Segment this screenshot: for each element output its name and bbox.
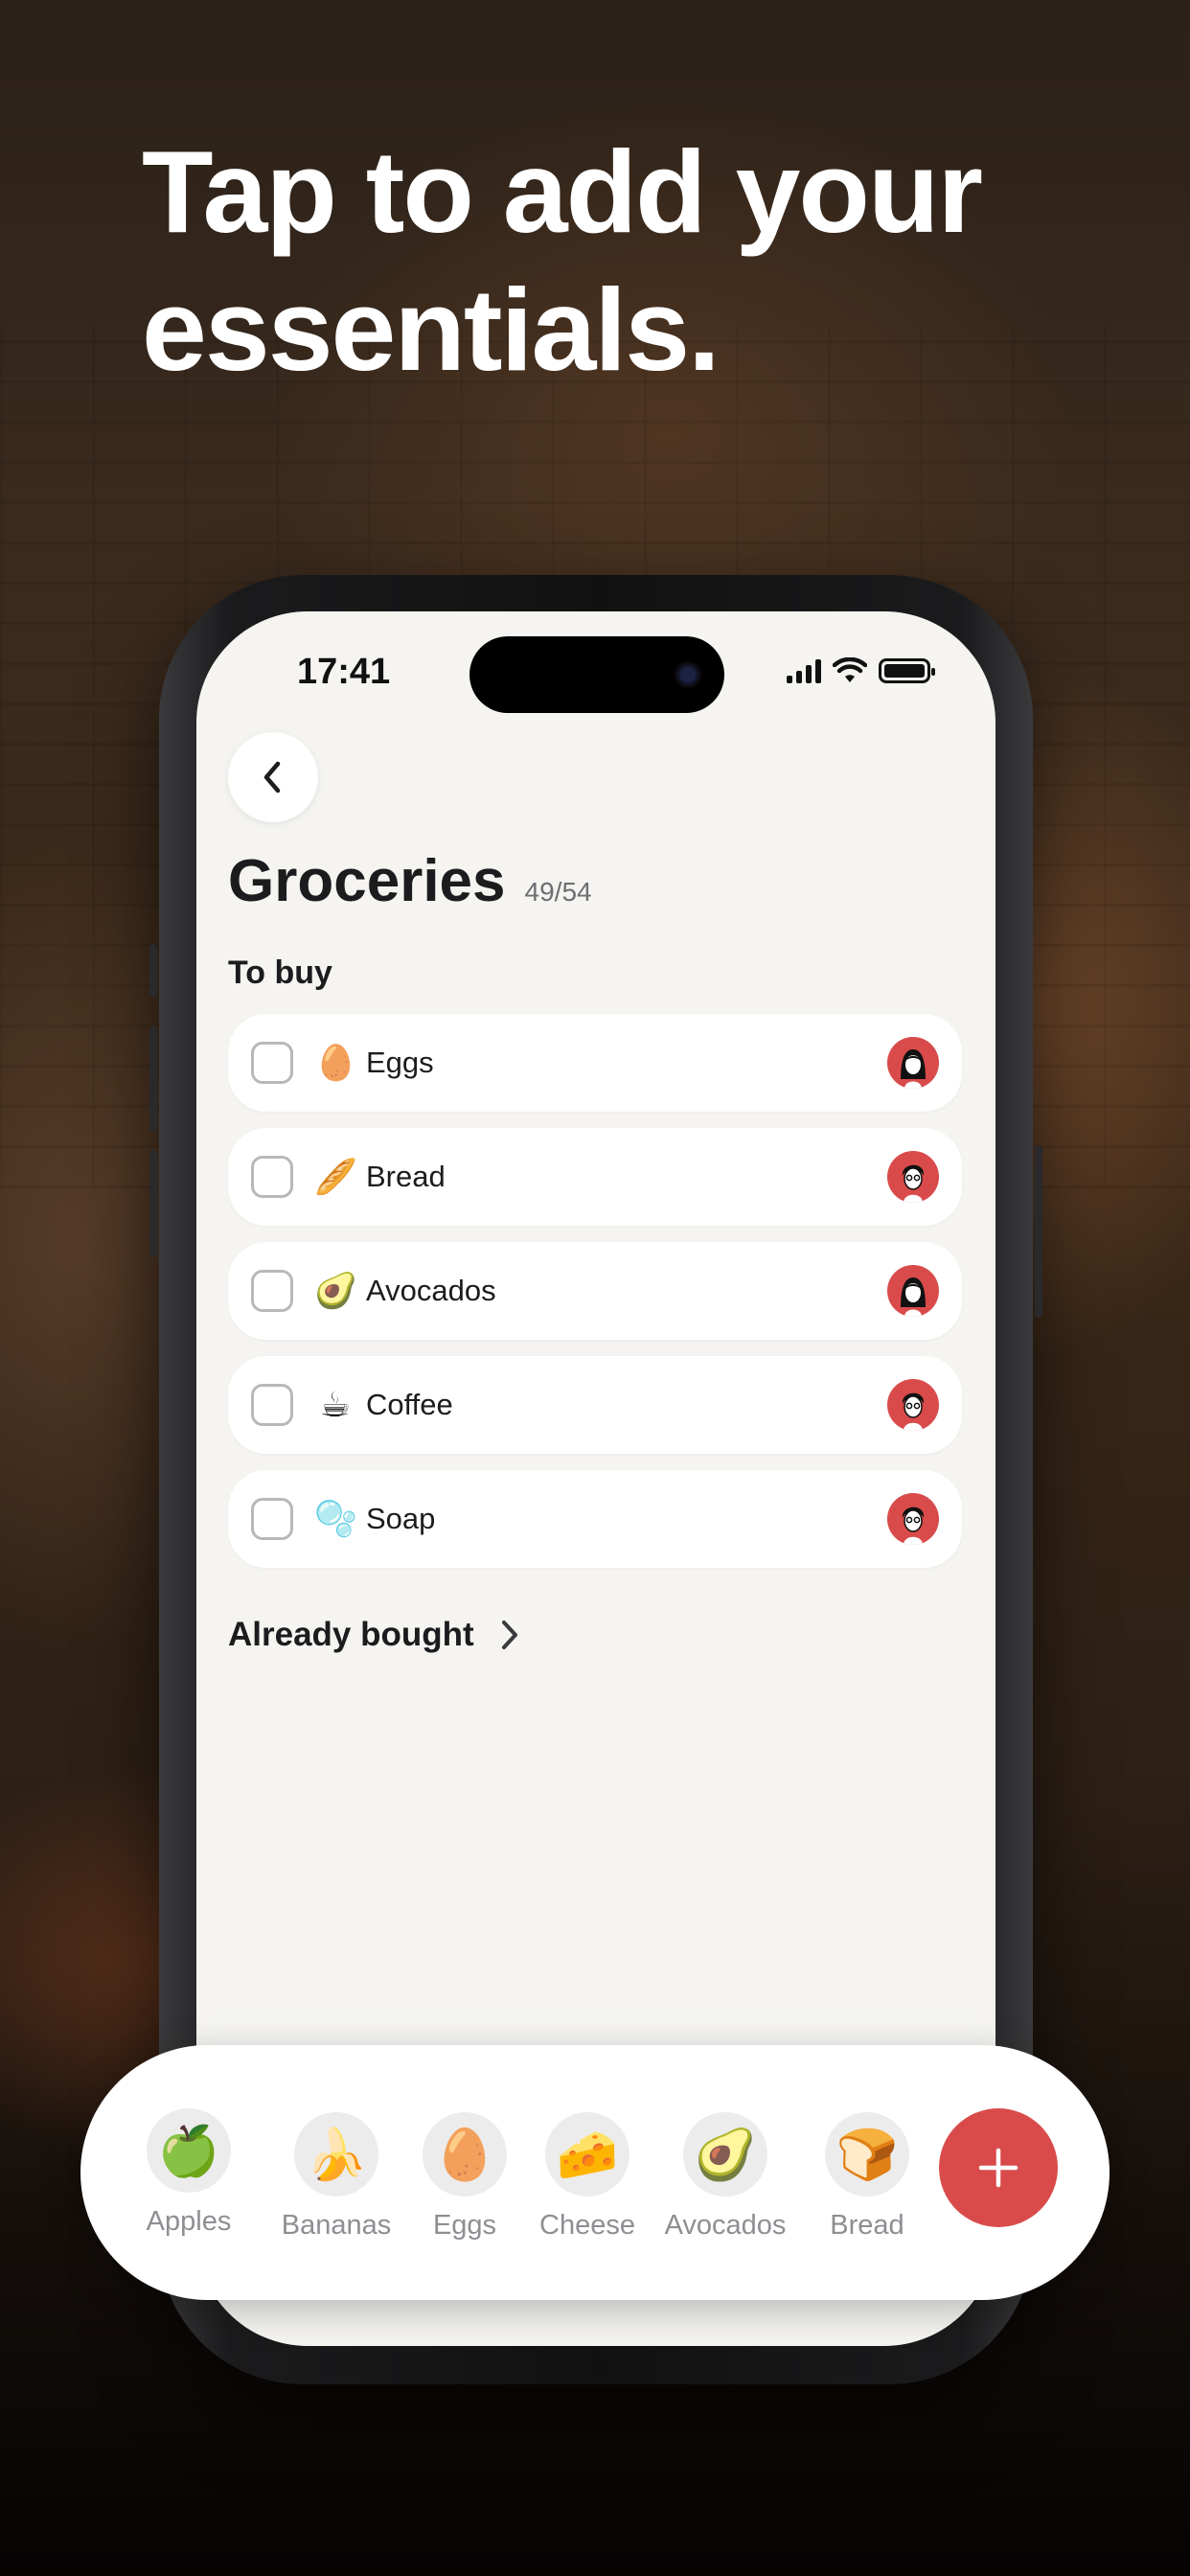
phone-side-button [1035,1145,1042,1318]
suggestion-label: Apples [146,2206,232,2237]
list-header: Groceries 49/54 [228,847,592,915]
avatar[interactable] [887,1493,939,1545]
item-checkbox[interactable] [251,1156,293,1198]
list-item[interactable]: ☕ Coffee [228,1356,962,1454]
list-item[interactable]: 🥚 Eggs [228,1014,962,1112]
page-title: Groceries [228,848,506,914]
item-checkbox[interactable] [251,1270,293,1312]
item-emoji: 🥑 [314,1271,357,1310]
user-avatar-icon [902,1506,925,1545]
cellular-signal-icon [787,658,821,683]
headline: Tap to add your essentials. [142,126,983,395]
list-item[interactable]: 🫧 Soap [228,1470,962,1568]
user-avatar-icon [902,1164,925,1203]
user-avatar-icon [901,1277,926,1317]
item-count: 49/54 [524,877,592,907]
item-emoji: 🥚 [314,1043,357,1082]
item-checkbox[interactable] [251,1498,293,1540]
section-to-buy-label: To buy [228,954,332,991]
battery-icon [879,658,935,683]
item-name: Avocados [366,1274,496,1307]
front-camera [675,661,701,688]
phone-side-button [149,944,157,998]
apple-icon: 🍏 [147,2108,231,2193]
phone-side-button [149,1025,157,1133]
suggestion-label: Avocados [664,2210,787,2241]
already-bought-link[interactable]: Already bought [228,1616,520,1654]
list-item[interactable]: 🥖 Bread [228,1128,962,1226]
avatar[interactable] [887,1151,939,1203]
add-item-button[interactable] [939,2108,1058,2227]
item-emoji: 🥖 [314,1157,357,1196]
avatar[interactable] [887,1379,939,1431]
item-emoji: ☕ [319,1385,352,1424]
item-emoji: 🫧 [314,1499,357,1538]
suggestion-apples[interactable]: 🍏 Apples [126,2108,251,2238]
suggestion-label: Cheese [539,2210,635,2241]
avatar[interactable] [887,1037,939,1089]
user-avatar-icon [901,1049,926,1089]
user-avatar-icon [902,1392,925,1431]
item-name: Soap [366,1502,436,1535]
suggestion-avocados[interactable]: 🥑 Avocados [663,2112,788,2242]
egg-icon: 🥚 [423,2112,507,2196]
item-checkbox[interactable] [251,1384,293,1426]
suggestion-bananas[interactable]: 🍌 Bananas [274,2112,399,2242]
avocado-icon: 🥑 [683,2112,767,2196]
status-time: 17:41 [297,652,391,692]
chevron-right-icon [501,1621,517,1649]
avatar[interactable] [887,1265,939,1317]
suggestion-label: Bananas [281,2210,392,2241]
suggestion-eggs[interactable]: 🥚 Eggs [402,2112,527,2242]
suggestion-label: Eggs [432,2210,497,2241]
suggestion-cheese[interactable]: 🧀 Cheese [525,2112,650,2242]
banana-icon: 🍌 [294,2112,378,2196]
status-icons [787,657,935,684]
suggestion-bread[interactable]: 🍞 Bread [805,2112,929,2242]
already-bought-label: Already bought [228,1616,474,1653]
phone-side-button [149,1150,157,1257]
back-button[interactable] [228,732,318,822]
cheese-icon: 🧀 [545,2112,629,2196]
item-checkbox[interactable] [251,1042,293,1084]
wifi-icon [833,657,867,682]
item-name: Bread [366,1160,446,1193]
bread-icon: 🍞 [825,2112,909,2196]
plus-icon [978,2148,1018,2188]
item-name: Eggs [366,1046,434,1079]
suggestion-label: Bread [830,2210,904,2241]
to-buy-list: 🥚 Eggs 🥖 Bread 🥑 Avocados ☕ Coffee 🫧 Soa… [228,1014,962,1584]
item-name: Coffee [366,1388,453,1421]
chevron-left-icon [263,761,281,794]
quick-add-tray: 🍏 Apples 🍌 Bananas 🥚 Eggs 🧀 Cheese 🥑 Avo… [80,2045,1110,2300]
dynamic-island [469,636,724,713]
list-item[interactable]: 🥑 Avocados [228,1242,962,1340]
